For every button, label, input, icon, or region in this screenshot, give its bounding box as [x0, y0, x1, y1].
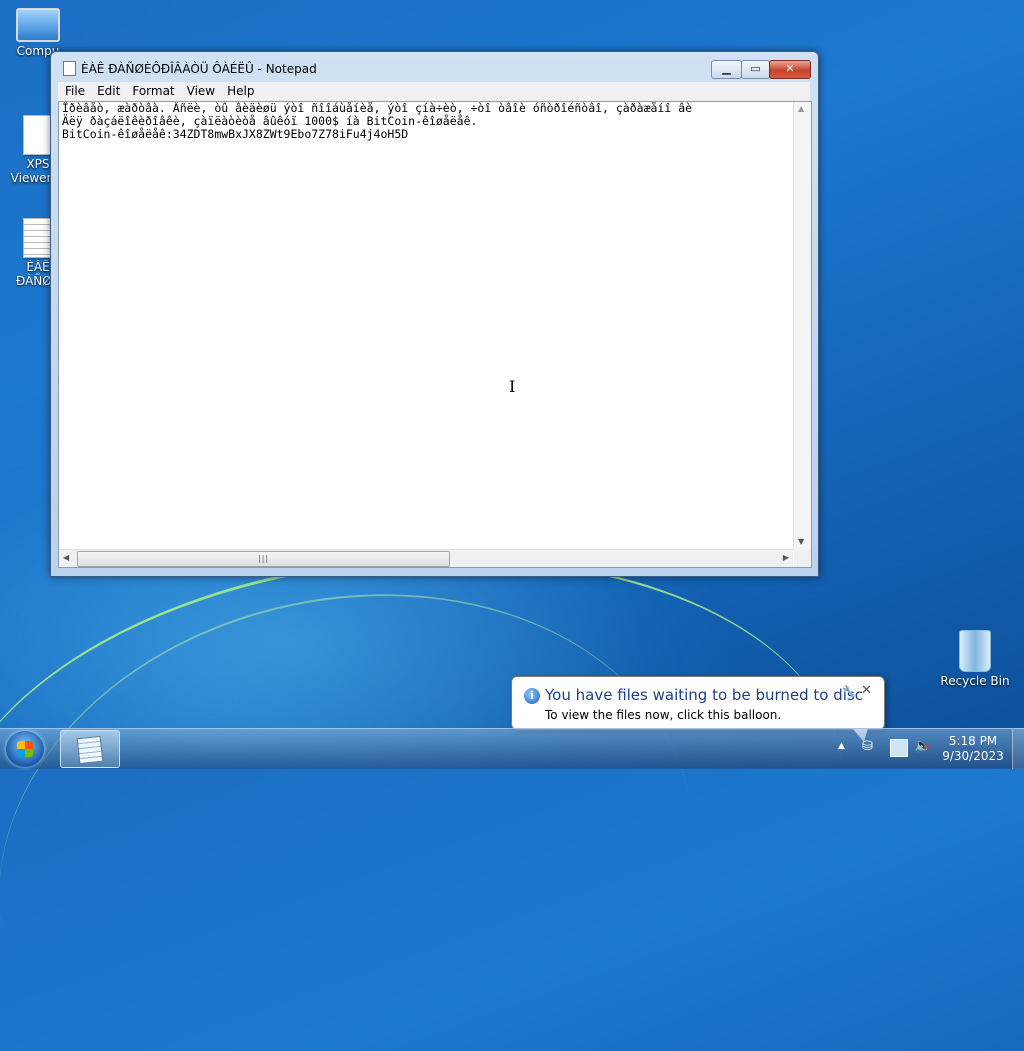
computer-icon: [16, 8, 60, 42]
clock[interactable]: 5:18 PM 9/30/2023: [940, 734, 1006, 764]
notepad-icon: [76, 735, 104, 765]
show-desktop-button[interactable]: [1012, 729, 1024, 769]
minimize-icon: ▁: [722, 62, 731, 75]
desktop-icon-label: Recycle Bin: [940, 674, 1010, 688]
taskbar: ▲ ⛁ 🔈 ✕ 5:18 PM 9/30/2023: [0, 728, 1024, 769]
menu-file[interactable]: File: [60, 82, 90, 100]
mute-icon: ✕: [924, 743, 932, 753]
clock-date: 9/30/2023: [942, 749, 1004, 763]
start-button[interactable]: [6, 731, 44, 767]
options-icon[interactable]: 🔧: [842, 685, 856, 698]
document-text[interactable]: Ïðèâåò, æàðòâà. Âñëè, òû âèäèøü ýòî ñîîá…: [62, 102, 793, 141]
document-icon: [23, 115, 53, 155]
text-cursor-icon: I: [509, 377, 516, 396]
menu-bar: File Edit Format View Help: [58, 82, 810, 101]
scroll-down-icon[interactable]: ▼: [798, 537, 804, 546]
scroll-right-icon[interactable]: ▶: [783, 553, 789, 562]
scrollbar-thumb[interactable]: |||: [77, 551, 450, 567]
close-button[interactable]: ✕: [769, 60, 811, 79]
balloon-close-icon[interactable]: ✕: [861, 683, 872, 698]
recycle-bin-icon: [959, 630, 991, 672]
vertical-scrollbar[interactable]: ▲ ▼: [793, 102, 811, 550]
text-file-icon: [23, 218, 53, 258]
menu-view[interactable]: View: [182, 82, 220, 100]
menu-help[interactable]: Help: [222, 82, 259, 100]
burn-disc-icon[interactable]: ⛁: [862, 739, 878, 755]
balloon-text: To view the files now, click this balloo…: [545, 708, 782, 722]
network-icon[interactable]: [890, 739, 908, 757]
minimize-button[interactable]: ▁: [711, 60, 742, 79]
desktop-icon-recycle-bin[interactable]: Recycle Bin: [936, 630, 1014, 688]
notepad-icon: [63, 61, 76, 76]
menu-format[interactable]: Format: [127, 82, 179, 100]
notification-balloon[interactable]: i You have files waiting to be burned to…: [511, 676, 885, 742]
info-icon: i: [524, 688, 540, 704]
horizontal-scrollbar[interactable]: ◀ ||| ▶: [59, 549, 793, 567]
title-bar[interactable]: ÈÀÊ ÐÀÑØÈÔÐÎÂÀÒÜ ÔÀÉËÛ - Notepad ▁ ▭ ✕: [51, 52, 818, 82]
scroll-up-icon[interactable]: ▲: [798, 104, 804, 113]
scroll-left-icon[interactable]: ◀: [63, 553, 69, 562]
maximize-button[interactable]: ▭: [741, 60, 770, 79]
show-hidden-icons-icon[interactable]: ▲: [838, 741, 845, 751]
close-icon: ✕: [785, 62, 795, 75]
scrollbar-corner: [794, 550, 811, 567]
grip-icon: |||: [258, 554, 270, 563]
clock-time: 5:18 PM: [948, 734, 998, 748]
maximize-icon: ▭: [750, 62, 761, 75]
window-title: ÈÀÊ ÐÀÑØÈÔÐÎÂÀÒÜ ÔÀÉËÛ - Notepad: [81, 62, 317, 76]
windows-logo-icon: [17, 741, 33, 757]
notepad-window: ÈÀÊ ÐÀÑØÈÔÐÎÂÀÒÜ ÔÀÉËÛ - Notepad ▁ ▭ ✕ F…: [50, 51, 819, 577]
taskbar-notepad-button[interactable]: [60, 730, 120, 768]
menu-edit[interactable]: Edit: [92, 82, 125, 100]
text-editor-area[interactable]: Ïðèâåò, æàðòâà. Âñëè, òû âèäèøü ýòî ñîîá…: [58, 101, 812, 568]
balloon-title: You have files waiting to be burned to d…: [545, 686, 863, 704]
